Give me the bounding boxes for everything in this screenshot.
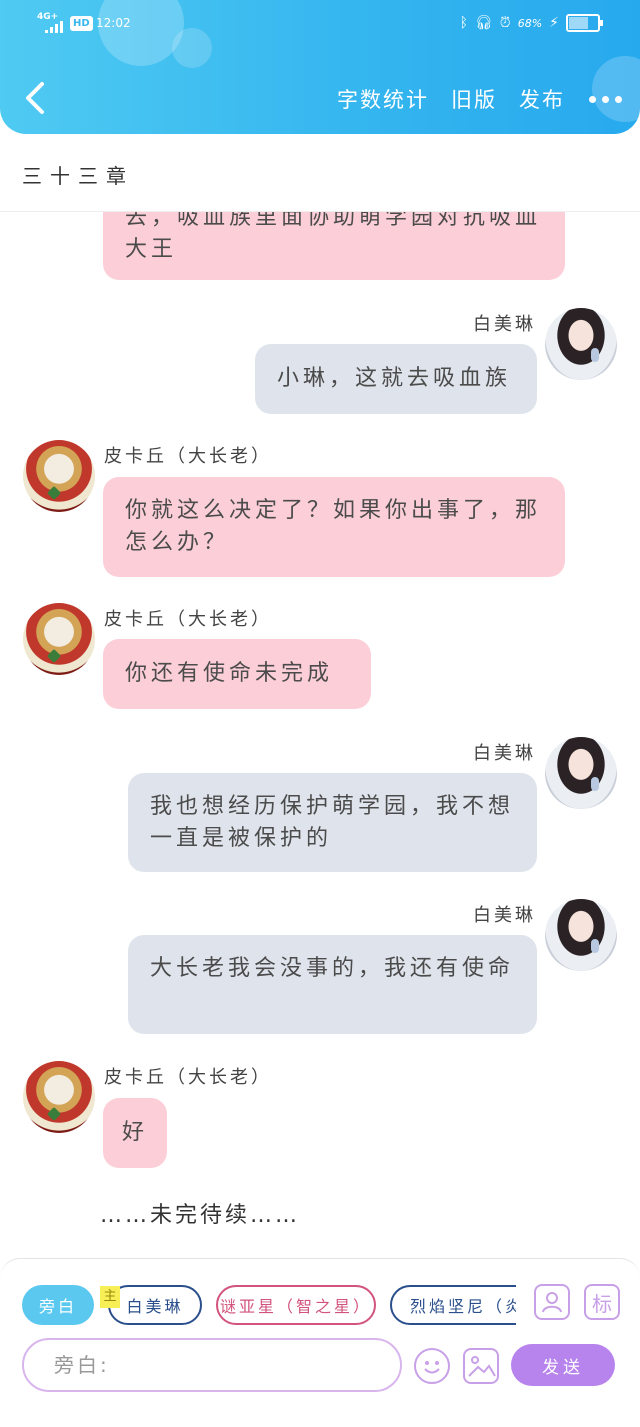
to-be-continued: ……未完待续……	[100, 1203, 301, 1228]
message-bubble[interactable]: 我也想经历保护萌学园，我不想一直是被保护的	[128, 773, 537, 872]
battery-fill	[569, 17, 589, 29]
battery-percent: 68%	[517, 16, 543, 30]
signal-icon: 4G+	[37, 12, 67, 33]
avatar[interactable]	[23, 1061, 95, 1133]
nav-actions: 字数统计 旧版 发布	[315, 84, 622, 114]
main-character-tag: 主	[100, 1286, 120, 1308]
message-bubble[interactable]: 去，吸血族里面协助萌学园对抗吸血大王	[103, 212, 565, 280]
status-bar: 4G+ HD 12:02 ᛒ 🎧︎ ⏰︎ 68% ⚡︎	[0, 0, 640, 50]
chapter-bar: 三十三章	[0, 134, 640, 212]
message-bubble[interactable]: 你还有使命未完成	[103, 639, 371, 709]
message-input-box[interactable]	[22, 1338, 402, 1392]
avatar[interactable]	[545, 308, 617, 380]
speaker-name: 皮卡丘（大长老）	[104, 1067, 272, 1088]
smile-icon	[424, 1361, 440, 1374]
app-root: 4G+ HD 12:02 ᛒ 🎧︎ ⏰︎ 68% ⚡︎ 字数统计 旧版 发布 三…	[0, 0, 640, 1427]
old-version-button[interactable]: 旧版	[451, 84, 497, 114]
role-chip[interactable]: 烈焰坚尼（炎之	[390, 1285, 516, 1325]
image-icon	[468, 1356, 496, 1377]
chevron-left-icon	[26, 82, 44, 114]
avatar[interactable]	[545, 737, 617, 809]
emoji-button[interactable]	[414, 1348, 450, 1384]
character-manage-button[interactable]	[534, 1284, 570, 1320]
message-input[interactable]	[24, 1340, 400, 1390]
image-button[interactable]	[463, 1348, 499, 1384]
top-header: 4G+ HD 12:02 ᛒ 🎧︎ ⏰︎ 68% ⚡︎ 字数统计 旧版 发布	[0, 0, 640, 134]
avatar[interactable]	[23, 603, 95, 675]
message-bubble[interactable]: 好	[103, 1098, 167, 1168]
chat-area[interactable]: 去，吸血族里面协助萌学园对抗吸血大王 白美琳 小琳，这就去吸血族 皮卡丘（大长老…	[0, 212, 640, 1260]
headphones-icon: 🎧︎	[475, 15, 493, 31]
bluetooth-icon: ᛒ	[459, 15, 468, 31]
more-button[interactable]	[589, 88, 622, 111]
tag-button[interactable]: 标	[584, 1284, 620, 1320]
avatar[interactable]	[23, 440, 95, 512]
message-bubble[interactable]: 小琳，这就去吸血族	[255, 344, 537, 414]
publish-button[interactable]: 发布	[519, 84, 565, 114]
message-bubble[interactable]: 大长老我会没事的，我还有使命	[128, 935, 537, 1034]
alarm-icon: ⏰︎	[499, 15, 511, 31]
speaker-name: 皮卡丘（大长老）	[104, 446, 272, 467]
word-count-button[interactable]: 字数统计	[337, 84, 429, 114]
role-chip-narrator[interactable]: 旁白	[22, 1285, 94, 1325]
chapter-title[interactable]: 三十三章	[22, 160, 134, 189]
speaker-name: 白美琳	[473, 743, 536, 764]
avatar[interactable]	[545, 899, 617, 971]
role-selector[interactable]: 旁白 白美琳 谜亚星（智之星） 烈焰坚尼（炎之	[22, 1285, 516, 1325]
role-chip[interactable]: 谜亚星（智之星）	[216, 1285, 376, 1325]
role-chip[interactable]: 白美琳	[108, 1285, 202, 1325]
message-bubble[interactable]: 你就这么决定了？如果你出事了，那怎么办？	[103, 477, 565, 577]
send-button[interactable]: 发送	[511, 1344, 615, 1386]
back-button[interactable]	[20, 80, 50, 116]
charging-icon: ⚡︎	[549, 15, 559, 31]
speaker-name: 皮卡丘（大长老）	[104, 609, 272, 630]
hd-badge: HD	[70, 16, 93, 31]
speaker-name: 白美琳	[473, 314, 536, 335]
battery-icon	[566, 14, 603, 32]
speaker-name: 白美琳	[473, 905, 536, 926]
status-icons: ᛒ 🎧︎ ⏰︎ 68% ⚡︎	[459, 14, 603, 32]
status-time: 12:02	[96, 16, 131, 30]
person-icon	[542, 1292, 562, 1313]
